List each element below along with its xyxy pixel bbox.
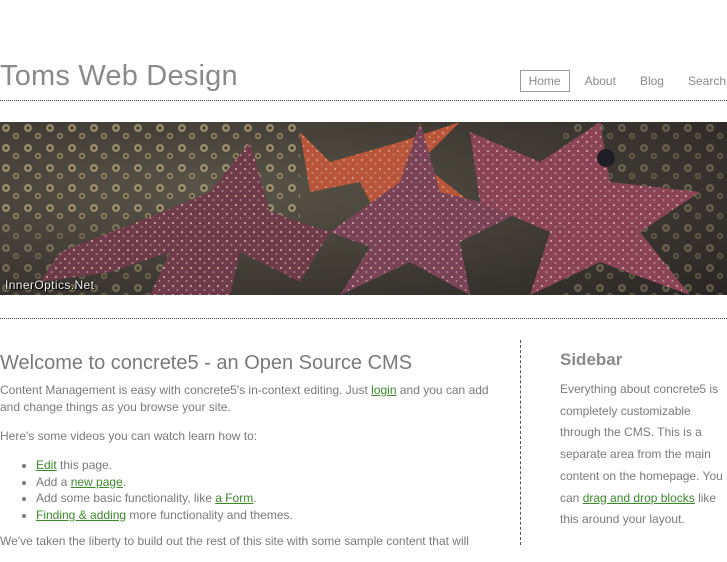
edit-link[interactable]: Edit <box>36 458 57 472</box>
main-content: Welcome to concrete5 - an Open Source CM… <box>0 350 500 562</box>
list-item: Finding & adding more functionality and … <box>36 507 500 524</box>
sidebar: Sidebar Everything about concrete5 is co… <box>560 348 727 531</box>
closing-paragraph: We've taken the liberty to build out the… <box>0 534 469 548</box>
sidebar-text: Everything about concrete5 is completely… <box>560 379 727 531</box>
login-link[interactable]: login <box>371 383 396 397</box>
tutorial-list: Edit this page. Add a new page. Add some… <box>0 457 500 523</box>
drag-drop-link[interactable]: drag and drop blocks <box>583 491 695 505</box>
list-text-before: Add some basic functionality, like <box>36 491 216 505</box>
list-item: Add a new page. <box>36 474 500 491</box>
list-text: . <box>253 491 257 505</box>
column-divider <box>520 340 521 545</box>
nav-blog[interactable]: Blog <box>631 70 673 92</box>
banner-credit: InnerOptics.Net <box>5 278 95 292</box>
sidebar-text-before: Everything about concrete5 is completely… <box>560 382 723 505</box>
nav-about[interactable]: About <box>576 70 625 92</box>
sidebar-heading: Sidebar <box>560 350 623 369</box>
form-link[interactable]: a Form <box>215 491 253 505</box>
banner-image: InnerOptics.Net <box>0 122 727 295</box>
new-page-link[interactable]: new page <box>71 475 123 489</box>
nav-search[interactable]: Search <box>679 70 727 92</box>
list-text: more functionality and themes. <box>126 507 293 522</box>
starfish-photo <box>0 122 727 295</box>
banner-divider <box>0 318 727 319</box>
list-text: this page. <box>56 458 113 472</box>
finding-adding-link[interactable]: Finding & adding <box>36 508 126 522</box>
videos-intro: Here's some videos you can watch learn h… <box>0 429 258 443</box>
intro-text-before: Content Management is easy with concrete… <box>0 383 372 397</box>
list-text-before: Add a <box>36 474 71 489</box>
list-text: . <box>122 474 127 489</box>
nav-home[interactable]: Home <box>519 70 570 92</box>
intro-paragraph: Content Management is easy with concrete… <box>0 382 500 416</box>
list-item: Edit this page. <box>36 457 500 474</box>
list-item: Add some basic functionality, like a For… <box>36 490 500 507</box>
main-heading: Welcome to concrete5 - an Open Source CM… <box>0 352 413 374</box>
main-nav: Home About Blog Search <box>514 70 727 92</box>
site-title[interactable]: Toms Web Design <box>0 60 238 93</box>
header-divider <box>0 100 727 101</box>
